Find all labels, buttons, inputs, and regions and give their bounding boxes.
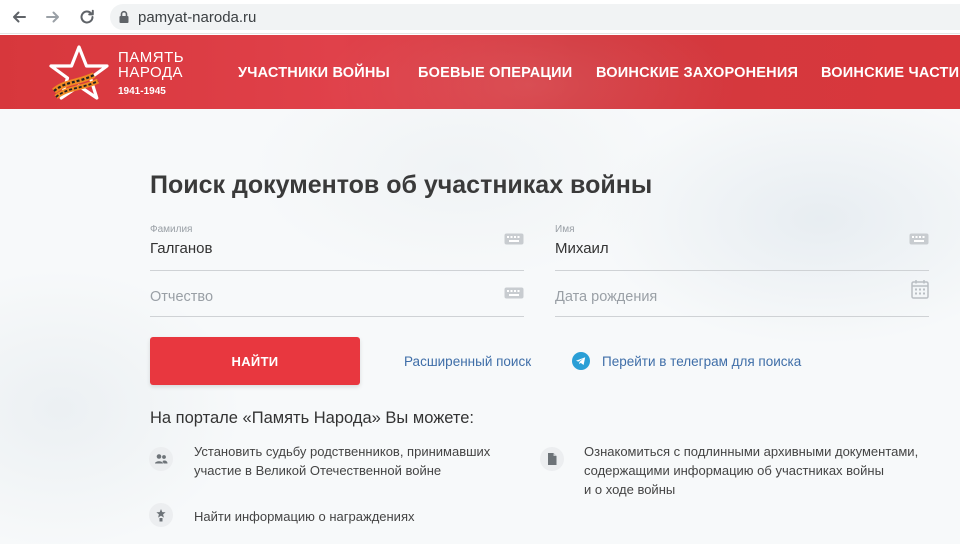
url-text: pamyat-naroda.ru — [138, 8, 257, 26]
feature-archives: Ознакомиться с подлинными архивными доку… — [584, 442, 918, 499]
name-field[interactable]: Имя Михаил — [555, 219, 929, 271]
telegram-icon[interactable] — [572, 352, 590, 370]
forward-arrow-icon[interactable] — [44, 8, 62, 26]
address-bar[interactable]: pamyat-naroda.ru — [110, 4, 960, 30]
feature-relatives-line-1: Установить судьбу родственников, принима… — [194, 444, 491, 459]
patronymic-placeholder[interactable]: Отчество — [150, 289, 213, 305]
surname-value[interactable]: Галганов — [150, 240, 212, 257]
site-header: ПАМЯТЬ НАРОДА 1941-1945 УЧАСТНИКИ ВОЙНЫ … — [0, 35, 960, 109]
surname-label: Фамилия — [150, 224, 193, 235]
keyboard-icon[interactable] — [504, 231, 524, 247]
telegram-search-link[interactable]: Перейти в телеграм для поиска — [602, 354, 801, 369]
logo-text: ПАМЯТЬ НАРОДА — [118, 50, 184, 80]
name-label: Имя — [555, 224, 575, 235]
logo-years: 1941-1945 — [118, 86, 166, 97]
main-content: Поиск документов об участниках войны Фам… — [0, 109, 960, 544]
features-heading: На портале «Память Народа» Вы можете: — [150, 409, 474, 427]
people-icon — [149, 447, 173, 471]
surname-field[interactable]: Фамилия Галганов — [150, 219, 524, 271]
lock-icon — [119, 10, 129, 23]
advanced-search-link[interactable]: Расширенный поиск — [404, 354, 531, 369]
logo-line-2: НАРОДА — [118, 64, 184, 81]
feature-archives-line-3: и о ходе войны — [584, 482, 676, 497]
feature-archives-line-2: содержащими информацию об участниках вой… — [584, 463, 884, 478]
star-ribbon-icon — [49, 45, 109, 100]
name-value[interactable]: Михаил — [555, 240, 609, 257]
nav-combat-operations[interactable]: БОЕВЫЕ ОПЕРАЦИИ — [418, 65, 572, 81]
site-logo[interactable]: ПАМЯТЬ НАРОДА 1941-1945 — [48, 45, 208, 101]
patronymic-field[interactable]: Отчество — [150, 265, 524, 317]
nav-war-participants[interactable]: УЧАСТНИКИ ВОЙНЫ — [238, 65, 390, 81]
birthdate-field[interactable]: Дата рождения — [555, 265, 929, 317]
nav-military-burials[interactable]: ВОИНСКИЕ ЗАХОРОНЕНИЯ — [596, 65, 798, 81]
document-icon — [540, 447, 564, 471]
feature-relatives-line-2: участие в Великой Отечественной войне — [194, 463, 442, 478]
reload-icon[interactable] — [78, 8, 96, 26]
logo-line-1: ПАМЯТЬ — [118, 49, 185, 66]
feature-awards: Найти информацию о награждениях — [194, 509, 415, 524]
medal-icon — [149, 503, 173, 527]
back-arrow-icon[interactable] — [10, 8, 28, 26]
search-button[interactable]: НАЙТИ — [150, 337, 360, 385]
feature-archives-line-1: Ознакомиться с подлинными архивными доку… — [584, 444, 919, 459]
feature-relatives: Установить судьбу родственников, принима… — [194, 442, 490, 480]
browser-toolbar: pamyat-naroda.ru — [0, 0, 960, 34]
nav-military-units[interactable]: ВОИНСКИЕ ЧАСТИ — [821, 65, 959, 81]
page-title: Поиск документов об участниках войны — [150, 171, 653, 199]
keyboard-icon[interactable] — [909, 231, 929, 247]
birthdate-placeholder[interactable]: Дата рождения — [555, 289, 657, 305]
keyboard-icon[interactable] — [504, 285, 524, 301]
calendar-icon[interactable] — [911, 279, 929, 299]
